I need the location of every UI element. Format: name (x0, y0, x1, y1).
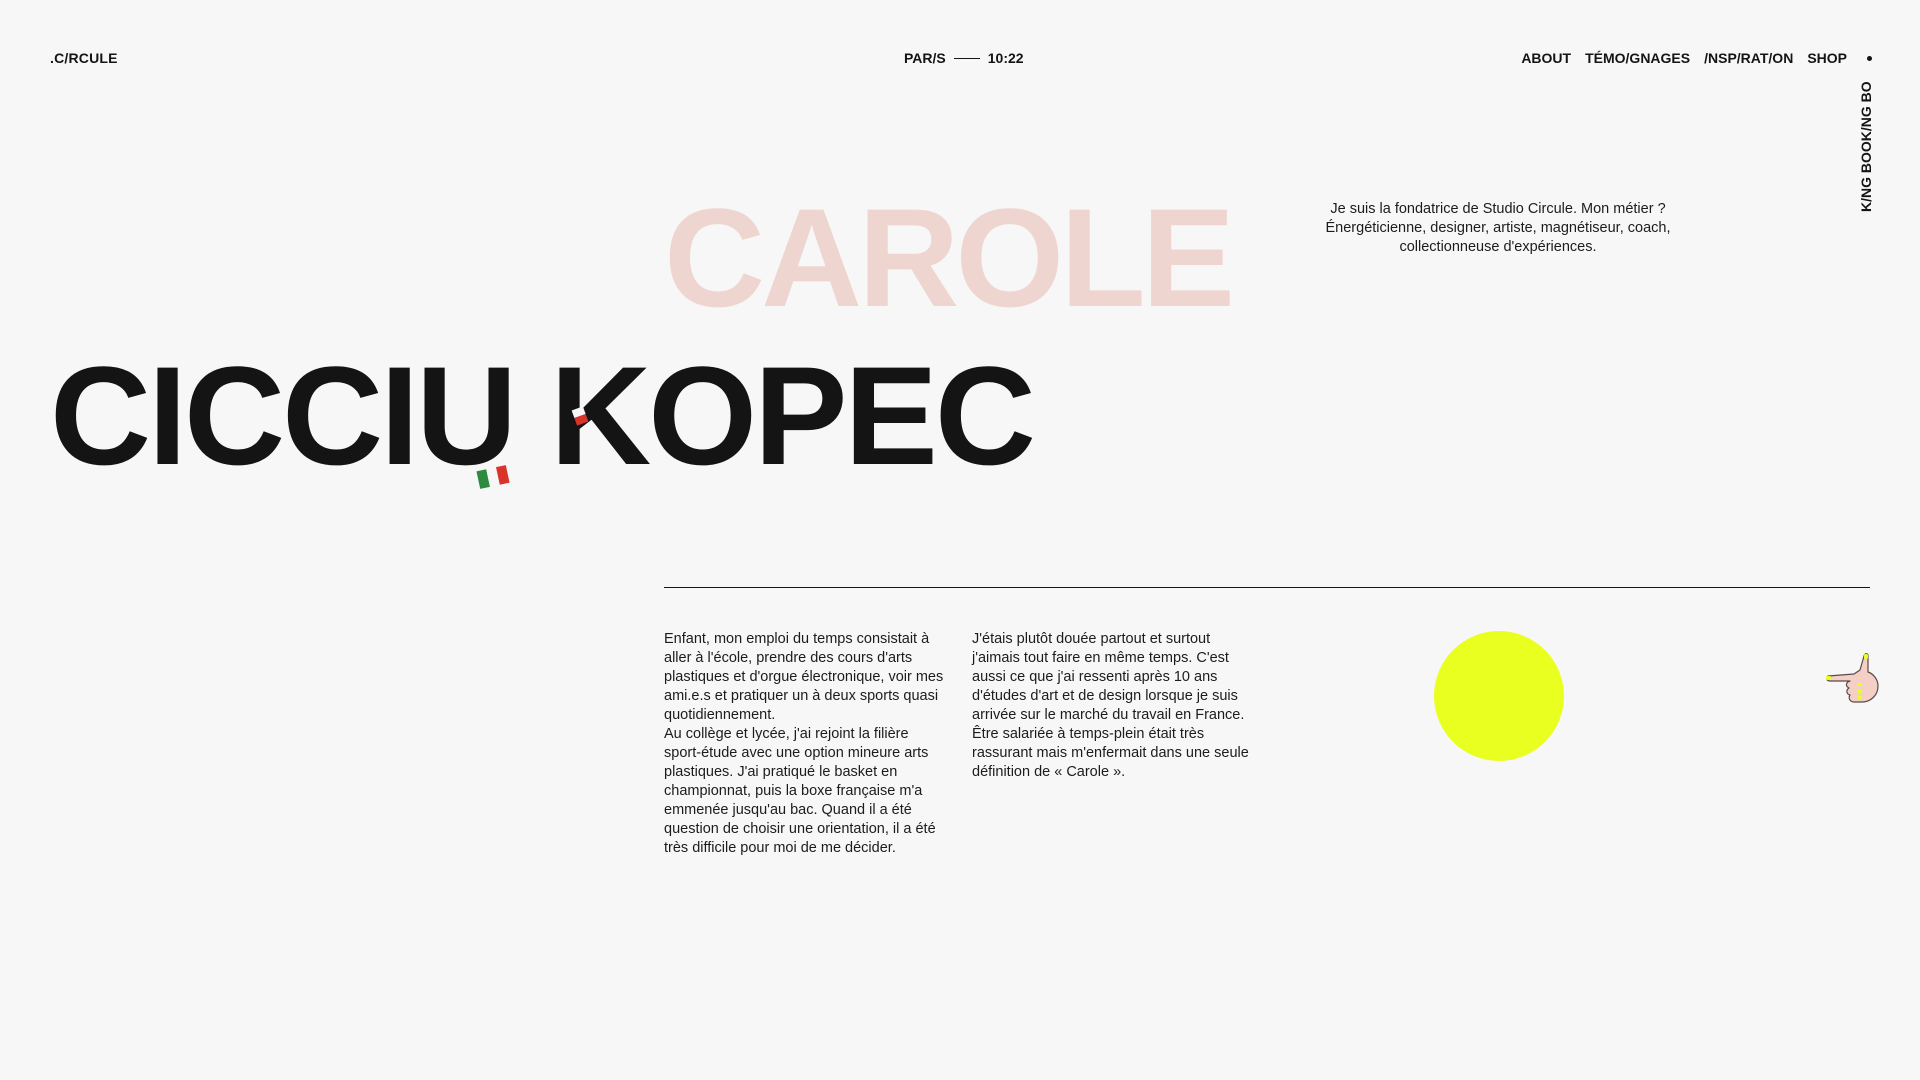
yellow-circle (1434, 631, 1564, 761)
top-bar: .C/RCULE PAR/S 10:22 ABOUT TÉMO/GNAGES /… (0, 0, 1920, 116)
hero-first-name: CAROLE (664, 179, 1235, 336)
city-label: PAR/S (904, 50, 946, 66)
logo[interactable]: .C/RCULE (50, 50, 118, 66)
separator-line (953, 57, 980, 59)
king-booking-link[interactable]: K/NG BOOK/NG BO (1858, 81, 1874, 212)
nav-inspiration[interactable]: /NSP/RAT/ON (1704, 50, 1793, 66)
section-divider (664, 587, 1870, 588)
nav-shop[interactable]: SHOP (1807, 50, 1847, 66)
nav-about[interactable]: ABOUT (1521, 50, 1571, 66)
story-paragraph: Au collège et lycée, j'ai rejoint la fil… (664, 726, 936, 856)
story-paragraph: J'étais plutôt douée partout et surtout … (972, 631, 1249, 780)
nav-testimonials[interactable]: TÉMO/GNAGES (1585, 50, 1690, 66)
dot-icon[interactable] (1867, 55, 1872, 61)
main-nav: ABOUT TÉMO/GNAGES /NSP/RAT/ON SHOP (1521, 50, 1872, 66)
intro-text: Je suis la fondatrice de Studio Circule.… (1325, 201, 1671, 255)
pointing-hand-icon[interactable] (1824, 650, 1894, 710)
story-column-1: Enfant, mon emploi du temps consistait à… (664, 630, 948, 858)
story-paragraph: Enfant, mon emploi du temps consistait à… (664, 631, 944, 723)
hero-last-name: CICCIU KOPEC (50, 337, 1036, 494)
time-label: 10:22 (987, 50, 1024, 66)
story-column-2: J'étais plutôt douée partout et surtout … (972, 630, 1256, 782)
location-clock: PAR/S 10:22 (904, 50, 1024, 66)
